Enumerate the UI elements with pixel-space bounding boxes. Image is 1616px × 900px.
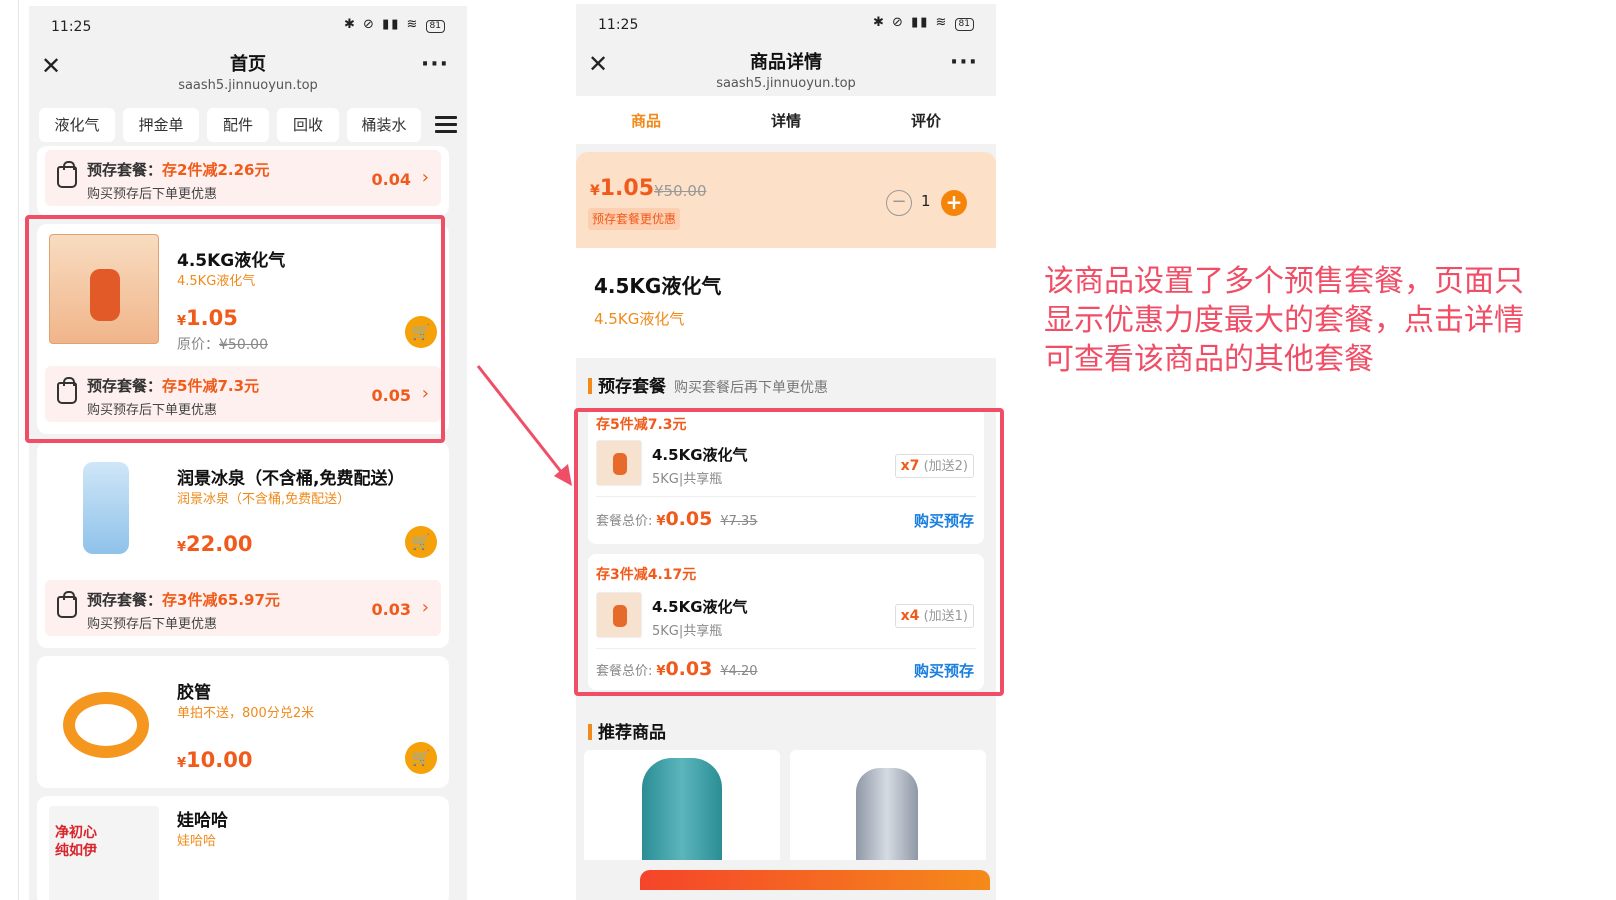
- category-deposit[interactable]: 押金单: [123, 108, 199, 142]
- category-bar: 液化气 押金单 配件 回收 桶装水: [29, 102, 467, 150]
- product-thumbnail: [49, 452, 159, 562]
- gas-cylinder-icon: [856, 768, 918, 860]
- category-water[interactable]: 桶装水: [347, 108, 421, 142]
- hose-icon: [63, 692, 149, 758]
- product-card[interactable]: 胶管 单拍不送，800分兑2米 ¥10.00 🛒: [37, 656, 449, 788]
- status-icons: ✱ ⊘ ▮▮ ≋ 81: [344, 17, 445, 33]
- product-subtitle: 娃哈哈: [177, 834, 217, 849]
- nav-bar: ✕ 商品详情 saash5.jinnuoyun.top ···: [576, 40, 996, 98]
- product-subtitle: 4.5KG液化气: [594, 310, 685, 328]
- price-tag: 预存套餐更优惠: [588, 208, 681, 230]
- prestore-label: 预存套餐：: [87, 591, 163, 609]
- water-bottle-icon: [83, 462, 129, 554]
- product-card[interactable]: 润景冰泉（不含桶,免费配送） 润景冰泉（不含桶,免费配送） ¥22.00 🛒 预…: [37, 442, 449, 648]
- product-thumbnail: [49, 666, 159, 776]
- status-time: 11:25: [598, 17, 639, 33]
- current-price: ¥1.05: [590, 176, 655, 201]
- quantity-value: 1: [921, 192, 931, 210]
- more-icon[interactable]: ···: [950, 50, 978, 75]
- strike-price: ¥50.00: [654, 182, 707, 200]
- prestore-label: 预存套餐：: [87, 161, 163, 179]
- category-parts[interactable]: 配件: [207, 108, 269, 142]
- arrow-icon: [476, 365, 572, 486]
- recommend-item[interactable]: [790, 750, 986, 860]
- bottom-action-bar[interactable]: [640, 870, 990, 890]
- prestore-section-heading: 预存套餐 购买套餐后再下单更优惠: [588, 372, 828, 397]
- prestore-desc: 购买预存后下单更优惠: [87, 187, 218, 202]
- highlight-box: [574, 408, 1004, 696]
- page-url: saash5.jinnuoyun.top: [178, 78, 318, 93]
- more-icon[interactable]: ···: [421, 52, 449, 77]
- status-time: 11:25: [51, 19, 92, 35]
- prestore-banner[interactable]: 预存套餐：存2件减2.26元 购买预存后下单更优惠 0.04 ›: [45, 150, 441, 206]
- recommend-item[interactable]: [584, 750, 780, 860]
- page-title: 商品详情: [750, 52, 822, 73]
- product-price: ¥10.00: [177, 748, 253, 772]
- prestore-desc: 购买预存后下单更优惠: [87, 617, 218, 632]
- product-card[interactable]: 净初心 纯如伊 娃哈哈 娃哈哈: [37, 796, 449, 900]
- annotation-text: 该商品设置了多个预售套餐，页面只显示优惠力度最大的套餐，点击详情可查看该商品的其…: [1044, 264, 1524, 377]
- add-to-cart-button[interactable]: 🛒: [405, 526, 437, 558]
- prestore-amount: 0.03: [371, 600, 411, 619]
- bag-icon: [57, 591, 77, 618]
- product-price: ¥22.00: [177, 532, 253, 556]
- thumbnail-text: 净初心 纯如伊: [55, 825, 97, 859]
- recommend-section-heading: 推荐商品: [588, 718, 666, 743]
- product-name: 润景冰泉（不含桶,免费配送）: [177, 469, 405, 489]
- prestore-section-note: 购买套餐后再下单更优惠: [674, 380, 828, 396]
- decrease-button[interactable]: −: [886, 190, 912, 216]
- bag-icon: [57, 161, 77, 188]
- chevron-right-icon: ›: [421, 167, 429, 188]
- status-bar: 11:25 ✱ ⊘ ▮▮ ≋ 81: [29, 6, 467, 42]
- battery-icon: 81: [425, 20, 445, 33]
- menu-icon[interactable]: [435, 116, 457, 134]
- detail-tabs: 商品 详情 评价: [576, 96, 996, 144]
- tab-reviews[interactable]: 评价: [856, 110, 996, 131]
- category-recycle[interactable]: 回收: [277, 108, 339, 142]
- tab-details[interactable]: 详情: [716, 110, 856, 131]
- battery-icon: 81: [954, 18, 974, 31]
- category-lpg[interactable]: 液化气: [39, 108, 115, 142]
- increase-button[interactable]: +: [941, 190, 967, 216]
- tab-product[interactable]: 商品: [576, 110, 716, 131]
- page-url: saash5.jinnuoyun.top: [716, 76, 856, 91]
- price-bar: ¥1.05 ¥50.00 预存套餐更优惠 − 1 +: [576, 152, 996, 248]
- home-screen: 11:25 ✱ ⊘ ▮▮ ≋ 81 ✕ 首页 saash5.jinnuoyun.…: [29, 6, 467, 900]
- product-name: 胶管: [177, 683, 211, 703]
- prestore-banner[interactable]: 预存套餐：存3件减65.97元 购买预存后下单更优惠 0.03 ›: [45, 580, 441, 636]
- prestore-amount: 0.04: [371, 170, 411, 189]
- nav-bar: ✕ 首页 saash5.jinnuoyun.top ···: [29, 42, 467, 100]
- chevron-right-icon: ›: [421, 597, 429, 618]
- product-subtitle: 单拍不送，800分兑2米: [177, 706, 315, 721]
- status-icons: ✱ ⊘ ▮▮ ≋ 81: [873, 15, 974, 31]
- product-title-box: 4.5KG液化气 4.5KG液化气: [576, 248, 996, 358]
- gas-cylinder-icon: [642, 758, 722, 860]
- add-to-cart-button[interactable]: 🛒: [405, 742, 437, 774]
- prestore-highlight: 存3件减65.97元: [162, 591, 280, 609]
- status-bar: 11:25 ✱ ⊘ ▮▮ ≋ 81: [576, 4, 996, 40]
- page-title: 首页: [230, 54, 266, 75]
- product-card-prev: 预存套餐：存2件减2.26元 购买预存后下单更优惠 0.04 ›: [37, 146, 449, 216]
- prestore-highlight: 存2件减2.26元: [162, 161, 270, 179]
- product-title: 4.5KG液化气: [594, 274, 722, 298]
- left-edge-divider: [18, 0, 19, 900]
- highlight-box: [25, 215, 445, 443]
- product-subtitle: 润景冰泉（不含桶,免费配送）: [177, 492, 351, 507]
- product-name: 娃哈哈: [177, 811, 228, 831]
- product-thumbnail: 净初心 纯如伊: [49, 806, 159, 900]
